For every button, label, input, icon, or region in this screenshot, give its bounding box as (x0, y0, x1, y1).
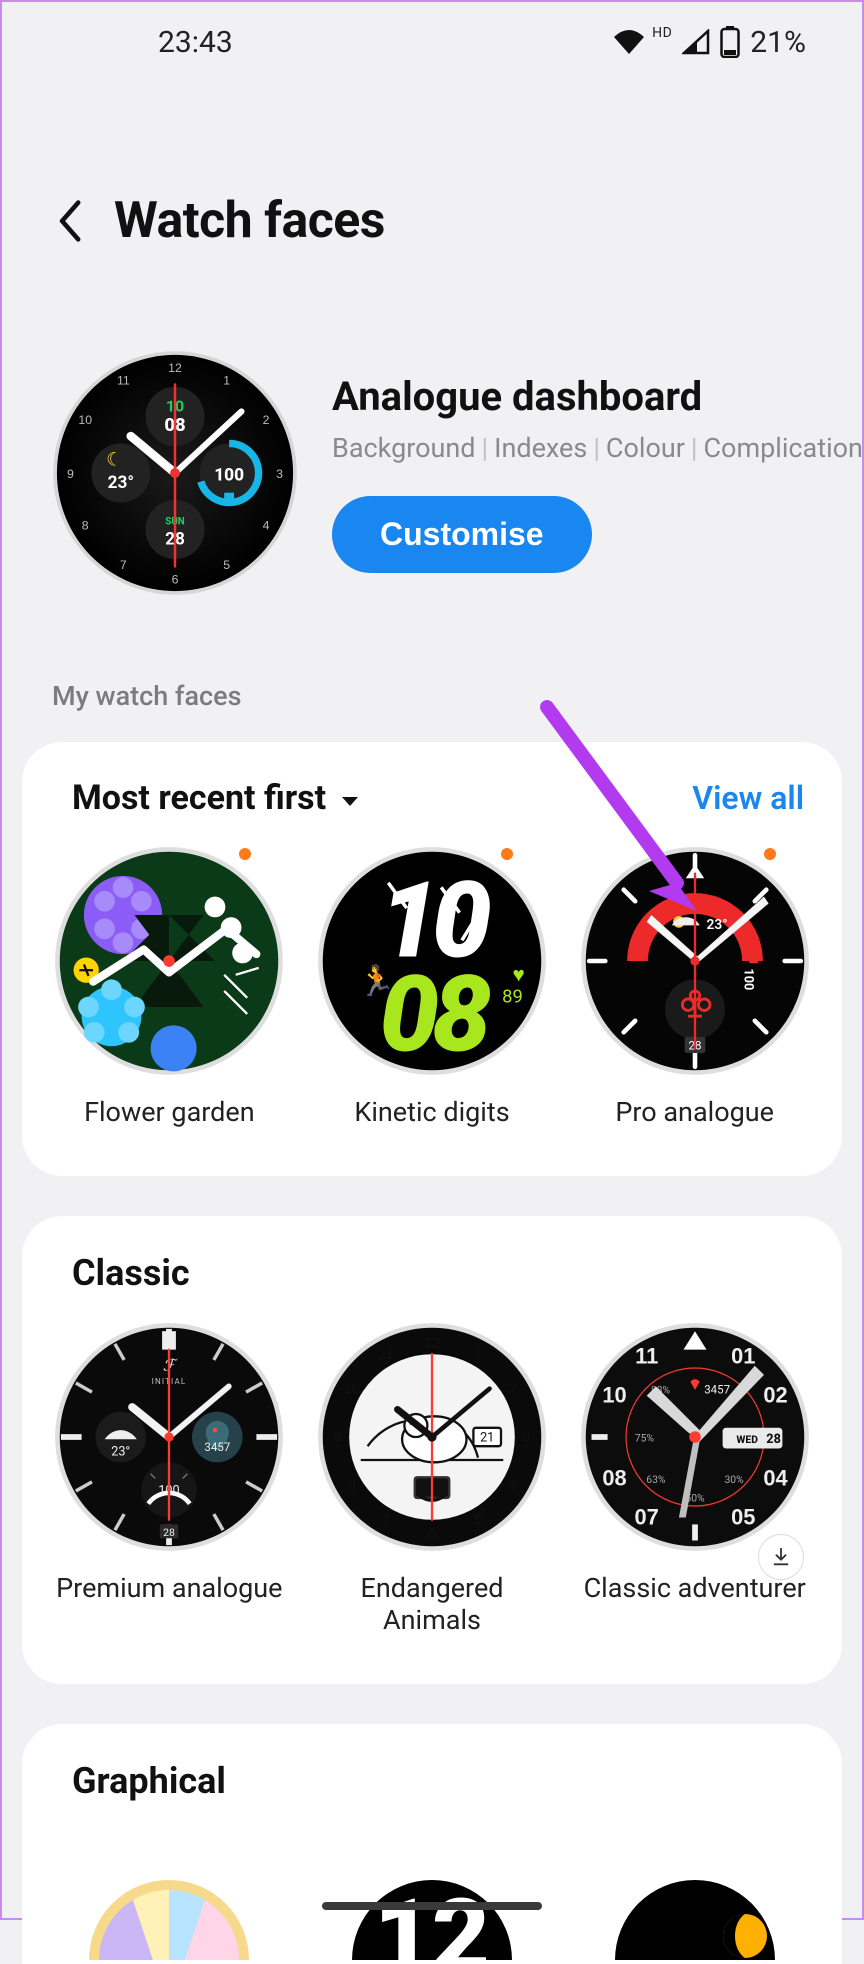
watchface-name: Flower garden (84, 1096, 255, 1128)
svg-text:23°: 23° (108, 473, 134, 493)
svg-text:10: 10 (343, 1380, 360, 1397)
classic-card: Classic ℱ INITIAL (22, 1216, 842, 1684)
graphical-title: Graphical (72, 1760, 226, 1802)
svg-text:05: 05 (731, 1504, 755, 1529)
watchface-tile-kinetic-digits[interactable]: 10 08 🏃 ♥ 89 Kinetic digits (313, 846, 552, 1128)
watchface-name: Premium analogue (56, 1572, 282, 1604)
svg-text:04: 04 (763, 1465, 788, 1490)
watchface-tile-graphical-3[interactable] (575, 1840, 814, 1960)
svg-text:100: 100 (214, 465, 244, 485)
current-watchface-attributes: Background|Indexes|Colour|Complication (332, 430, 863, 468)
svg-text:♥: ♥ (513, 964, 525, 988)
svg-text:11: 11 (635, 1343, 658, 1368)
new-indicator-dot (239, 848, 251, 860)
svg-text:75%: 75% (634, 1432, 654, 1445)
svg-text:89: 89 (502, 986, 523, 1007)
watchface-tile-premium-analogue[interactable]: ℱ INITIAL 23° 3457 100 28 (50, 1322, 289, 1636)
customise-button[interactable]: Customise (332, 496, 592, 573)
current-watchface: 1212 345 678 91011 10 08 ☾ 23° 100 SUN 2… (2, 310, 862, 656)
classic-title: Classic (72, 1252, 190, 1294)
watchface-tile-graphical-2[interactable]: 12 (313, 1840, 552, 1960)
svg-text:12: 12 (374, 1878, 490, 1960)
svg-text:1: 1 (474, 1346, 482, 1363)
svg-text:6: 6 (428, 1525, 436, 1542)
page-title: Watch faces (114, 192, 385, 250)
svg-text:☾: ☾ (106, 449, 123, 471)
download-button[interactable] (758, 1534, 804, 1580)
hd-label: HD (652, 25, 672, 41)
svg-text:5: 5 (223, 558, 230, 572)
watchface-tile-flower-garden[interactable]: ✽ Flower garden (50, 846, 289, 1128)
sort-label: Most recent first (72, 778, 326, 818)
view-all-link[interactable]: View all (692, 779, 804, 817)
svg-text:9: 9 (334, 1429, 342, 1446)
watchface-tile-graphical-1[interactable] (50, 1840, 289, 1960)
svg-text:2: 2 (508, 1380, 516, 1397)
svg-text:7: 7 (120, 558, 127, 572)
recent-card: Most recent first View all ✽ (22, 742, 842, 1176)
svg-text:07: 07 (634, 1504, 658, 1529)
svg-text:8: 8 (82, 519, 89, 533)
svg-text:08: 08 (602, 1465, 626, 1490)
svg-text:10: 10 (602, 1383, 626, 1408)
home-indicator (322, 1902, 542, 1910)
chevron-left-icon (52, 198, 86, 244)
new-indicator-dot (764, 848, 776, 860)
svg-text:12: 12 (168, 361, 182, 375)
svg-text:3457: 3457 (704, 1382, 730, 1396)
back-button[interactable] (52, 198, 86, 244)
current-watchface-name: Analogue dashboard (332, 373, 863, 420)
battery-icon (720, 26, 740, 58)
header: Watch faces (2, 82, 862, 310)
svg-text:28: 28 (164, 1526, 176, 1539)
svg-text:01: 01 (731, 1343, 755, 1368)
signal-icon (682, 29, 710, 55)
status-icons: HD 21% (612, 25, 806, 60)
graphical-card: Graphical 12 (22, 1724, 842, 1964)
svg-text:3457: 3457 (205, 1440, 231, 1454)
svg-text:02: 02 (763, 1383, 787, 1408)
svg-text:🏃: 🏃 (358, 963, 395, 999)
svg-text:8: 8 (347, 1477, 355, 1494)
svg-text:3: 3 (276, 467, 283, 481)
watchface-name: Pro analogue (615, 1096, 774, 1128)
status-bar: 23:43 HD 21% (2, 2, 862, 82)
svg-text:100: 100 (740, 969, 755, 991)
svg-text:4: 4 (263, 519, 270, 533)
svg-text:5: 5 (474, 1511, 482, 1528)
battery-pct: 21% (750, 25, 806, 60)
svg-text:3: 3 (522, 1429, 530, 1446)
svg-text:21: 21 (480, 1431, 494, 1446)
svg-text:30%: 30% (724, 1473, 744, 1486)
svg-text:4: 4 (508, 1477, 516, 1494)
svg-text:7: 7 (382, 1511, 390, 1528)
svg-text:WED: WED (736, 1433, 758, 1446)
wifi-icon (612, 29, 646, 55)
current-watchface-preview[interactable]: 1212 345 678 91011 10 08 ☾ 23° 100 SUN 2… (52, 350, 298, 596)
watchface-tile-classic-adventurer[interactable]: 1101 1002 0804 0705 88% 75% 63% 50% 30% (575, 1322, 814, 1636)
svg-text:10: 10 (78, 413, 92, 427)
watchface-name: Endangered Animals (313, 1572, 552, 1636)
svg-text:11: 11 (378, 1346, 394, 1363)
svg-text:08: 08 (379, 953, 491, 1076)
svg-text:9: 9 (67, 467, 74, 481)
chevron-down-icon (340, 778, 360, 818)
watchface-name: Kinetic digits (354, 1096, 509, 1128)
watchface-tile-pro-analogue[interactable]: 23° 100 28 Pro analogue (575, 846, 814, 1128)
watchface-tile-endangered-animals[interactable]: 1212 345 678 91011 21 (313, 1322, 552, 1636)
svg-text:11: 11 (117, 373, 130, 387)
svg-text:63%: 63% (646, 1473, 666, 1486)
download-icon (770, 1546, 792, 1568)
svg-text:1: 1 (223, 373, 230, 387)
svg-text:6: 6 (172, 573, 179, 587)
svg-text:23°: 23° (112, 1444, 131, 1459)
svg-text:12: 12 (424, 1334, 441, 1351)
sort-dropdown[interactable]: Most recent first (72, 778, 360, 818)
svg-text:28: 28 (766, 1432, 781, 1447)
my-watch-faces-label: My watch faces (2, 656, 862, 732)
svg-text:2: 2 (263, 413, 270, 427)
status-time: 23:43 (158, 25, 233, 60)
svg-text:23°: 23° (706, 917, 727, 933)
